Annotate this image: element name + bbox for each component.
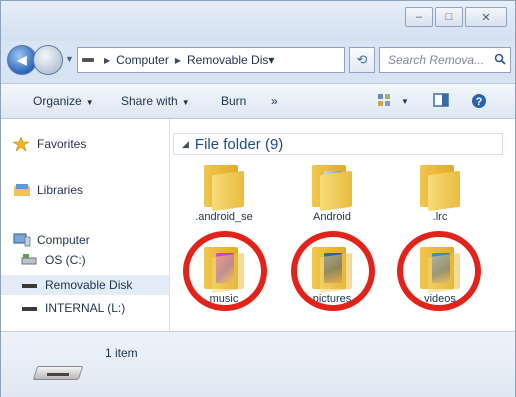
folder-icon — [420, 163, 460, 212]
explorer-window: – □ ✕ ◀ ▼ ▶ Computer ▶ Removable Dis▾ ⟲ — [0, 0, 516, 397]
explorer-body: Favorites Libraries Computer OS (C:) Rem… — [1, 119, 515, 331]
drive-icon — [21, 253, 39, 267]
highlight-circle-pictures — [291, 231, 375, 311]
star-icon — [11, 136, 31, 152]
drive-icon — [82, 58, 94, 62]
help-icon[interactable]: ? — [471, 93, 487, 108]
folder-item[interactable]: .lrc — [407, 163, 473, 223]
breadcrumb-removable-disk[interactable]: Removable Dis▾ — [187, 53, 274, 67]
preview-pane-icon[interactable] — [433, 93, 449, 107]
sidebar-label: Computer — [37, 233, 90, 247]
sidebar-item-favorites[interactable]: Favorites — [11, 136, 87, 152]
collapse-icon[interactable]: ◢ — [182, 139, 189, 150]
folder-item[interactable]: Android — [299, 163, 365, 223]
navigation-pane: Favorites Libraries Computer OS (C:) Rem… — [1, 119, 170, 331]
drive-icon — [21, 301, 39, 315]
highlight-circle-music — [183, 231, 267, 311]
folder-label: .android_se — [195, 211, 253, 223]
navigation-bar: ◀ ▼ ▶ Computer ▶ Removable Dis▾ ⟲ — [7, 45, 511, 75]
sidebar-label: Favorites — [37, 137, 87, 151]
title-bar: – □ ✕ — [1, 1, 515, 41]
breadcrumb-separator: ▶ — [174, 55, 181, 65]
svg-text:?: ? — [476, 96, 483, 108]
drive-icon — [21, 278, 39, 292]
back-arrow-icon: ◀ — [17, 53, 27, 67]
sidebar-item-libraries[interactable]: Libraries — [13, 183, 83, 197]
sidebar-item-computer[interactable]: Computer — [13, 233, 90, 247]
sidebar-item-removable-disk[interactable]: Removable Disk — [1, 275, 169, 295]
burn-button[interactable]: Burn — [221, 94, 246, 108]
sidebar-item-internal[interactable]: INTERNAL (L:) — [21, 301, 125, 315]
folder-label: .lrc — [432, 211, 448, 223]
computer-icon — [13, 233, 31, 247]
refresh-button[interactable]: ⟲ — [349, 47, 375, 73]
view-icon[interactable] — [377, 93, 393, 107]
folder-icon — [204, 163, 244, 212]
organize-menu[interactable]: Organize ▼ — [33, 94, 94, 108]
usb-drive-icon — [32, 360, 84, 382]
maximize-button[interactable]: □ — [435, 7, 463, 27]
folder-item[interactable]: .android_se — [191, 163, 257, 223]
library-icon — [13, 183, 31, 197]
view-dropdown[interactable]: ▼ — [401, 97, 409, 106]
group-header[interactable]: ◢ File folder (9) — [173, 133, 503, 155]
address-bar[interactable]: ▶ Computer ▶ Removable Dis▾ — [77, 47, 345, 73]
minimize-button[interactable]: – — [405, 7, 433, 27]
sidebar-label: Libraries — [37, 183, 84, 197]
share-with-label: Share with — [121, 94, 178, 108]
forward-button[interactable] — [33, 45, 63, 75]
search-icon[interactable] — [494, 53, 506, 68]
status-item-count: 1 item — [105, 346, 138, 360]
search-box[interactable] — [379, 47, 511, 73]
window-controls: – □ ✕ — [403, 7, 507, 27]
command-bar: Organize ▼ Share with ▼ Burn » ▼ ? — [1, 83, 515, 119]
sidebar-label: INTERNAL (L:) — [45, 301, 126, 315]
file-list: ◢ File folder (9) .android_se Android .l… — [173, 119, 515, 331]
sidebar-label: OS (C:) — [45, 253, 86, 267]
organize-label: Organize — [33, 94, 82, 108]
group-header-label: File folder (9) — [194, 135, 284, 153]
folder-label: Android — [313, 211, 351, 223]
sidebar-label: Removable Disk — [45, 278, 133, 292]
highlight-circle-videos — [397, 231, 481, 311]
status-bar: 1 item — [1, 331, 515, 397]
recent-pages-dropdown[interactable]: ▼ — [65, 54, 74, 64]
breadcrumb-separator: ▶ — [104, 55, 111, 65]
close-button[interactable]: ✕ — [465, 7, 507, 27]
breadcrumb-computer[interactable]: Computer — [116, 53, 169, 67]
share-with-menu[interactable]: Share with ▼ — [121, 94, 190, 108]
search-input[interactable] — [386, 52, 490, 68]
folder-icon — [312, 163, 352, 212]
sidebar-item-os-drive[interactable]: OS (C:) — [21, 253, 86, 267]
refresh-icon: ⟲ — [356, 52, 368, 67]
more-commands-button[interactable]: » — [271, 94, 278, 108]
